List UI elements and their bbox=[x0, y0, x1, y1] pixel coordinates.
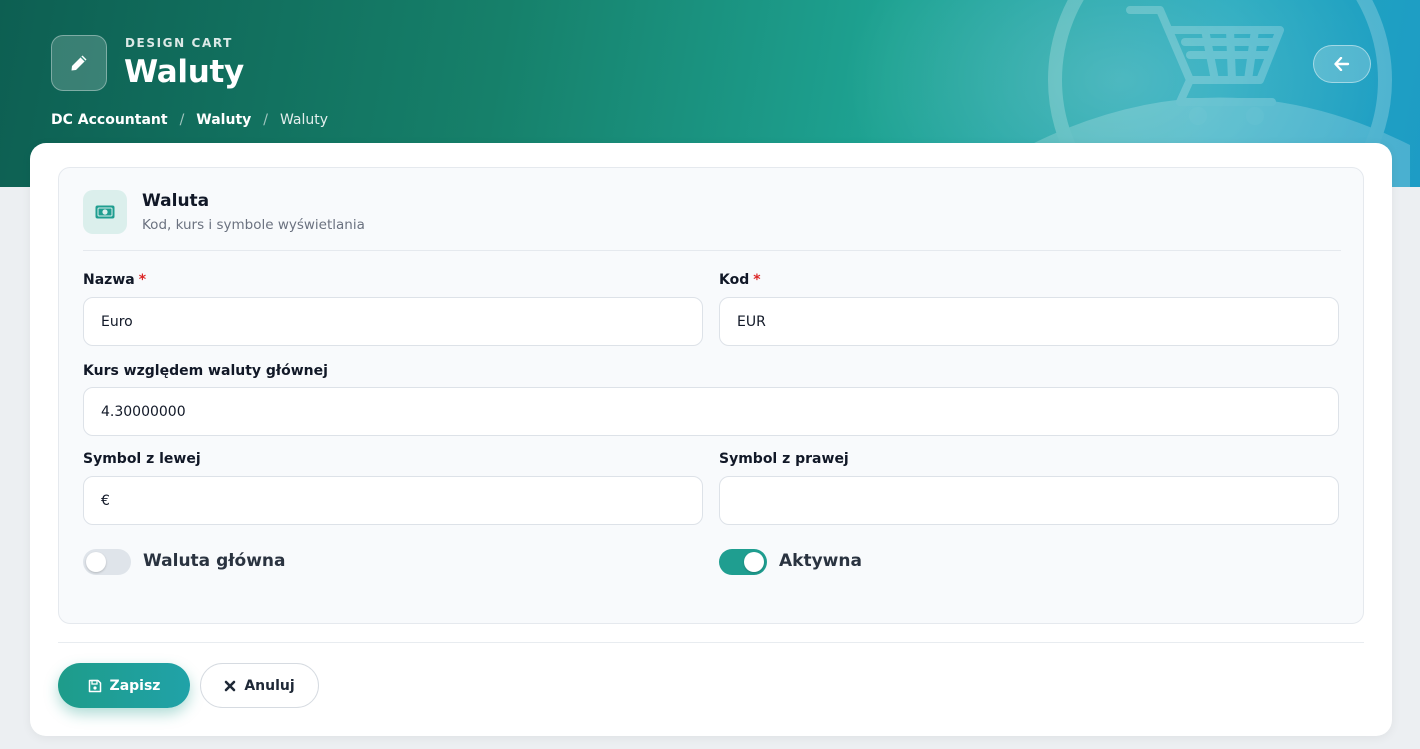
page-title: Waluty bbox=[124, 54, 244, 90]
cancel-button-label: Anuluj bbox=[244, 677, 295, 694]
toggle-knob bbox=[744, 552, 764, 572]
name-label-text: Nazwa bbox=[83, 272, 135, 288]
currency-form-card: Waluta Kod, kurs i symbole wyświetlania … bbox=[30, 143, 1392, 736]
breadcrumb-item-waluty[interactable]: Waluty bbox=[196, 112, 251, 128]
breadcrumb-item-dc-accountant[interactable]: DC Accountant bbox=[51, 112, 168, 128]
floppy-disk-icon bbox=[88, 679, 101, 692]
breadcrumb-item-current: Waluty bbox=[279, 112, 329, 128]
app-name: DESIGN CART bbox=[125, 36, 233, 50]
save-button[interactable]: Zapisz bbox=[58, 663, 190, 708]
symbol-left-input[interactable] bbox=[83, 476, 703, 525]
rate-input[interactable] bbox=[83, 387, 1339, 436]
active-toggle[interactable] bbox=[719, 549, 767, 575]
breadcrumb-separator: / bbox=[179, 112, 185, 128]
rate-label: Kurs względem waluty głównej bbox=[83, 363, 328, 379]
required-mark: * bbox=[753, 272, 761, 288]
symbol-right-label: Symbol z prawej bbox=[719, 451, 849, 467]
code-label: Kod * bbox=[719, 272, 761, 288]
currency-section: Waluta Kod, kurs i symbole wyświetlania … bbox=[58, 167, 1364, 624]
save-button-label: Zapisz bbox=[109, 677, 161, 694]
symbol-right-input[interactable] bbox=[719, 476, 1339, 525]
toggle-knob bbox=[86, 552, 106, 572]
breadcrumb: DC Accountant / Waluty / Waluty bbox=[51, 112, 328, 128]
footer-divider bbox=[58, 642, 1364, 643]
main-currency-toggle[interactable] bbox=[83, 549, 131, 575]
section-subtitle: Kod, kurs i symbole wyświetlania bbox=[142, 217, 365, 233]
code-label-text: Kod bbox=[719, 272, 750, 288]
required-mark: * bbox=[138, 272, 147, 288]
name-input[interactable] bbox=[83, 297, 703, 346]
name-label: Nazwa * bbox=[83, 272, 146, 288]
breadcrumb-separator: / bbox=[263, 112, 268, 128]
cancel-button[interactable]: Anuluj bbox=[200, 663, 319, 708]
arrow-left-icon bbox=[1334, 57, 1350, 71]
section-title: Waluta bbox=[142, 191, 210, 211]
code-input[interactable] bbox=[719, 297, 1339, 346]
section-divider bbox=[83, 250, 1341, 251]
back-button[interactable] bbox=[1313, 45, 1371, 83]
money-bill-icon bbox=[83, 190, 127, 234]
close-icon bbox=[225, 680, 236, 691]
pencil-icon bbox=[51, 35, 107, 91]
active-label: Aktywna bbox=[779, 551, 862, 571]
symbol-left-label: Symbol z lewej bbox=[83, 451, 201, 467]
main-currency-label: Waluta główna bbox=[143, 551, 286, 571]
